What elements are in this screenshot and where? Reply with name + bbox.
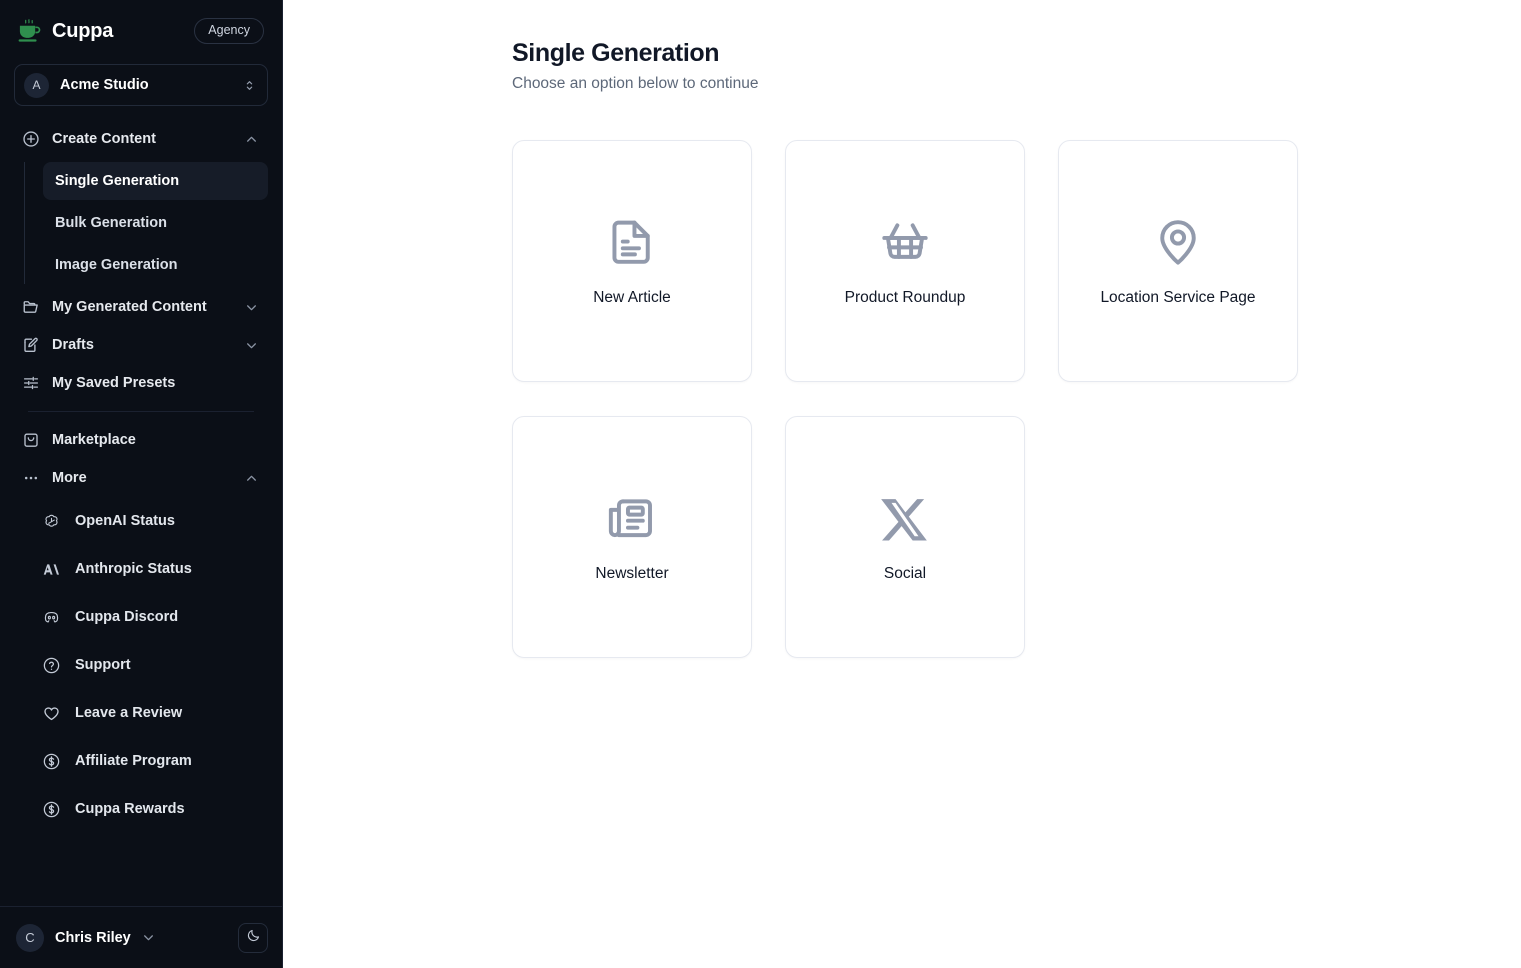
sidebar-item-label: Leave a Review — [75, 705, 183, 721]
sidebar-item-image-generation[interactable]: Image Generation — [43, 246, 268, 284]
sidebar-item-leave-a-review[interactable]: Leave a Review — [24, 689, 268, 737]
option-card-label: Social — [883, 565, 927, 582]
option-card-newsletter[interactable]: Newsletter — [512, 416, 752, 658]
sidebar-item-openai-status[interactable]: OpenAI Status — [24, 497, 268, 545]
avatar: C — [16, 923, 44, 952]
chevron-down-icon — [245, 301, 258, 314]
sidebar-item-my-saved-presets[interactable]: My Saved Presets — [14, 364, 268, 402]
sidebar-item-label: My Generated Content — [52, 299, 207, 315]
app-root: Cuppa Agency A Acme Studio Create Conten… — [0, 0, 1521, 968]
sidebar-subitem-label: Image Generation — [55, 257, 178, 273]
sidebar-item-cuppa-rewards[interactable]: Cuppa Rewards — [24, 785, 268, 833]
sidebar-item-label: Drafts — [52, 337, 94, 353]
brand-name: Cuppa — [52, 19, 114, 42]
sidebar-subitem-label: Single Generation — [55, 173, 180, 189]
plus-circle-icon — [22, 130, 40, 148]
sidebar-item-marketplace[interactable]: Marketplace — [14, 421, 268, 459]
sidebar-item-label: More — [52, 470, 87, 486]
option-card-social[interactable]: Social — [785, 416, 1025, 658]
document-text-icon — [605, 215, 659, 269]
sidebar-item-label: Anthropic Status — [75, 561, 192, 577]
moon-icon — [246, 928, 261, 948]
sidebar-item-affiliate-program[interactable]: Affiliate Program — [24, 737, 268, 785]
sidebar-item-label: My Saved Presets — [52, 375, 176, 391]
coffee-cup-icon — [16, 18, 42, 44]
newspaper-icon — [605, 491, 659, 545]
option-card-location-service-page[interactable]: Location Service Page — [1058, 140, 1298, 382]
generation-options-grid: New Article Product Roundup Location Ser… — [512, 140, 1298, 658]
chevron-up-down-icon — [243, 79, 256, 92]
option-card-label: Product Roundup — [844, 289, 966, 306]
sidebar-item-label: OpenAI Status — [75, 513, 175, 529]
primary-nav: Create Content Single Generation Bulk Ge… — [0, 106, 282, 833]
sliders-icon — [22, 374, 40, 392]
workspace-avatar: A — [24, 72, 49, 98]
sidebar-divider — [28, 411, 254, 412]
map-pin-icon — [1151, 215, 1205, 269]
shopping-bag-icon — [22, 431, 40, 449]
main-content: Single Generation Choose an option below… — [283, 0, 1521, 968]
question-circle-icon — [42, 656, 61, 675]
sidebar-item-label: Create Content — [52, 131, 156, 147]
anthropic-icon — [42, 560, 61, 579]
heart-icon — [42, 704, 61, 723]
chevron-up-icon — [245, 133, 258, 146]
chevron-up-icon — [245, 472, 258, 485]
chevron-down-icon[interactable] — [142, 931, 155, 944]
option-card-label: Newsletter — [595, 565, 669, 582]
sidebar-subitem-label: Bulk Generation — [55, 215, 167, 231]
dollar-circle-icon — [42, 752, 61, 771]
option-card-product-roundup[interactable]: Product Roundup — [785, 140, 1025, 382]
sidebar-item-my-generated-content[interactable]: My Generated Content — [14, 288, 268, 326]
brand-row: Cuppa Agency — [0, 0, 282, 62]
agency-badge: Agency — [194, 18, 264, 44]
sidebar-item-cuppa-discord[interactable]: Cuppa Discord — [24, 593, 268, 641]
ellipsis-icon — [22, 469, 40, 487]
sidebar-item-label: Cuppa Rewards — [75, 801, 185, 817]
sidebar-item-more[interactable]: More — [14, 459, 268, 497]
chevron-down-icon — [245, 339, 258, 352]
page-header: Single Generation Choose an option below… — [512, 38, 758, 93]
sidebar-item-anthropic-status[interactable]: Anthropic Status — [24, 545, 268, 593]
option-card-label: New Article — [593, 289, 671, 306]
openai-icon — [42, 512, 61, 531]
option-card-new-article[interactable]: New Article — [512, 140, 752, 382]
sidebar-item-label: Marketplace — [52, 432, 136, 448]
sidebar: Cuppa Agency A Acme Studio Create Conten… — [0, 0, 283, 968]
theme-toggle-button[interactable] — [238, 922, 268, 953]
page-title: Single Generation — [512, 39, 720, 67]
more-submenu: OpenAI Status Anthropic Status Cuppa Dis… — [14, 497, 268, 833]
sidebar-item-drafts[interactable]: Drafts — [14, 326, 268, 364]
sidebar-item-create-content[interactable]: Create Content — [14, 120, 268, 158]
sidebar-item-label: Support — [75, 657, 131, 673]
sidebar-item-single-generation[interactable]: Single Generation — [43, 162, 268, 200]
dollar-circle-icon — [42, 800, 61, 819]
pencil-square-icon — [22, 336, 40, 354]
sidebar-item-label: Affiliate Program — [75, 753, 192, 769]
x-twitter-icon — [878, 491, 932, 545]
user-name[interactable]: Chris Riley — [55, 930, 131, 946]
folder-icon — [22, 298, 40, 316]
workspace-name: Acme Studio — [60, 77, 149, 93]
shopping-basket-icon — [878, 215, 932, 269]
page-subtitle: Choose an option below to continue — [512, 75, 759, 92]
workspace-switcher[interactable]: A Acme Studio — [14, 64, 268, 106]
option-card-label: Location Service Page — [1100, 289, 1256, 306]
sidebar-item-support[interactable]: Support — [24, 641, 268, 689]
discord-icon — [42, 608, 61, 627]
sidebar-item-label: Cuppa Discord — [75, 609, 179, 625]
sidebar-footer: C Chris Riley — [0, 906, 282, 968]
sidebar-scroll-area: Cuppa Agency A Acme Studio Create Conten… — [0, 0, 282, 906]
sidebar-item-bulk-generation[interactable]: Bulk Generation — [43, 204, 268, 242]
create-content-subnav: Single Generation Bulk Generation Image … — [24, 162, 268, 284]
